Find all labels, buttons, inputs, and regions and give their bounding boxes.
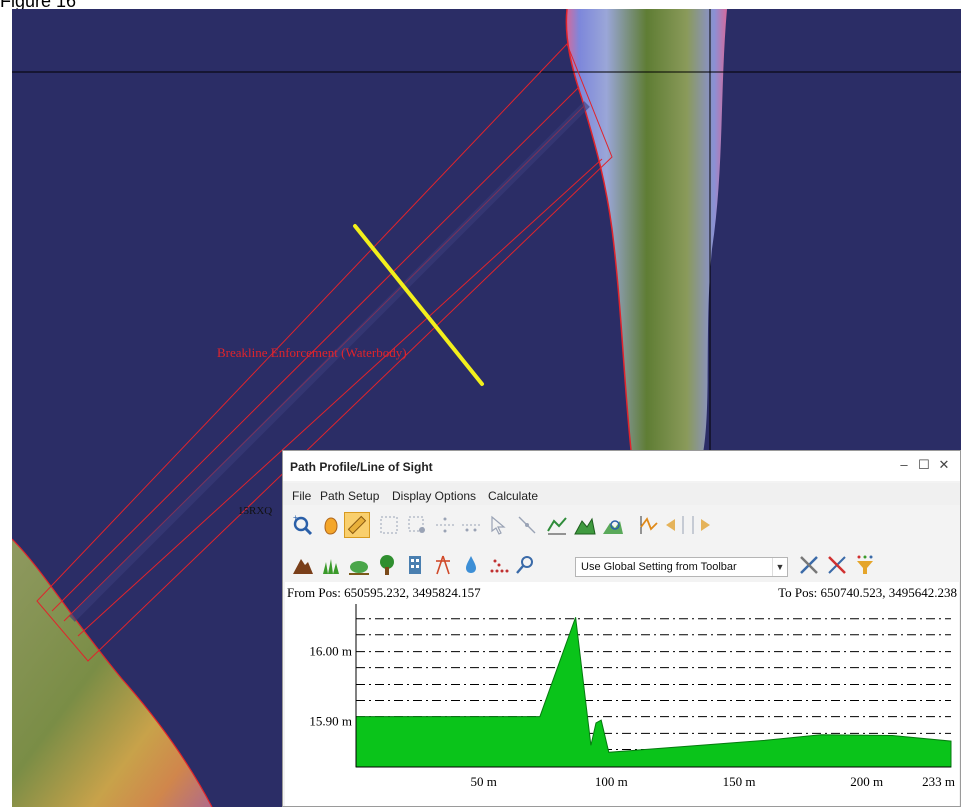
chevron-down-icon[interactable]: ▼ (772, 558, 787, 576)
grid-points-icon[interactable] (377, 513, 401, 537)
tower-icon[interactable] (431, 553, 455, 577)
water-drop-icon[interactable] (459, 553, 483, 577)
shrub-icon[interactable] (347, 553, 371, 577)
shift-right-icon[interactable] (689, 513, 713, 537)
menu-calculate[interactable]: Calculate (488, 489, 538, 503)
building-icon[interactable] (403, 553, 427, 577)
global-setting-dropdown[interactable]: Use Global Setting from Toolbar ▼ (575, 557, 788, 577)
x-tick-label-0: 50 m (470, 774, 496, 789)
to-position-label: To Pos: 650740.523, 3495642.238 (778, 585, 957, 600)
path-profile-window[interactable]: Path Profile/Line of Sight – ☐ ✕ File Pa… (282, 450, 961, 807)
x-tick-label-1: 100 m (595, 774, 628, 789)
mountain-icon[interactable] (291, 553, 315, 577)
x-tick-label-3: 200 m (850, 774, 883, 789)
breakline-label: Breakline Enforcement (Waterbody) (217, 345, 407, 360)
grid-label: 15RXQ (238, 505, 272, 517)
settings-tools-icon[interactable] (797, 553, 821, 577)
maximize-button[interactable]: ☐ (918, 457, 930, 473)
y-tick-label-1: 15.90 m (309, 714, 352, 729)
horizontal-split-icon[interactable] (433, 513, 457, 537)
shift-left-icon[interactable] (663, 513, 687, 537)
global-setting-value: Use Global Setting from Toolbar (581, 561, 737, 573)
zoom-path-icon[interactable]: + (291, 513, 315, 537)
grass-icon[interactable] (319, 553, 343, 577)
tree-icon[interactable] (375, 553, 399, 577)
grid-point-select-icon[interactable] (405, 513, 429, 537)
menu-display-options[interactable]: Display Options (392, 489, 476, 503)
title-bar[interactable]: Path Profile/Line of Sight – ☐ ✕ (283, 451, 960, 481)
point-cloud-icon[interactable] (487, 553, 511, 577)
line-of-sight-icon[interactable] (637, 513, 661, 537)
x-tick-label-4: 233 m (922, 774, 955, 789)
cursor-arrow-icon[interactable] (487, 513, 511, 537)
y-tick-label-0: 16.00 m (309, 644, 352, 659)
terrain-fill-icon[interactable] (573, 513, 597, 537)
close-button[interactable]: ✕ (938, 457, 950, 473)
menu-path-setup[interactable]: Path Setup (320, 489, 379, 503)
terrain-zoom-icon[interactable] (601, 513, 625, 537)
minimize-button[interactable]: – (898, 457, 910, 473)
menu-file[interactable]: File (292, 489, 311, 503)
search-icon[interactable] (513, 553, 537, 577)
clear-tools-icon[interactable] (825, 553, 849, 577)
line-point-icon[interactable] (515, 513, 539, 537)
window-title: Path Profile/Line of Sight (290, 460, 433, 474)
from-position-label: From Pos: 650595.232, 3495824.157 (287, 585, 481, 600)
toolbar-primary: + (283, 511, 960, 541)
x-tick-label-2: 150 m (723, 774, 756, 789)
profile-chart-icon[interactable] (545, 513, 569, 537)
filter-funnel-icon[interactable] (853, 553, 877, 577)
menu-bar: File Path Setup Display Options Calculat… (283, 483, 960, 505)
ruler-path-icon[interactable] (344, 512, 370, 538)
pan-hand-icon[interactable] (319, 513, 343, 537)
profile-chart[interactable]: From Pos: 650595.232, 3495824.157 To Pos… (285, 582, 959, 806)
vertical-split-icon[interactable] (459, 513, 483, 537)
svg-text:+: + (293, 513, 298, 522)
